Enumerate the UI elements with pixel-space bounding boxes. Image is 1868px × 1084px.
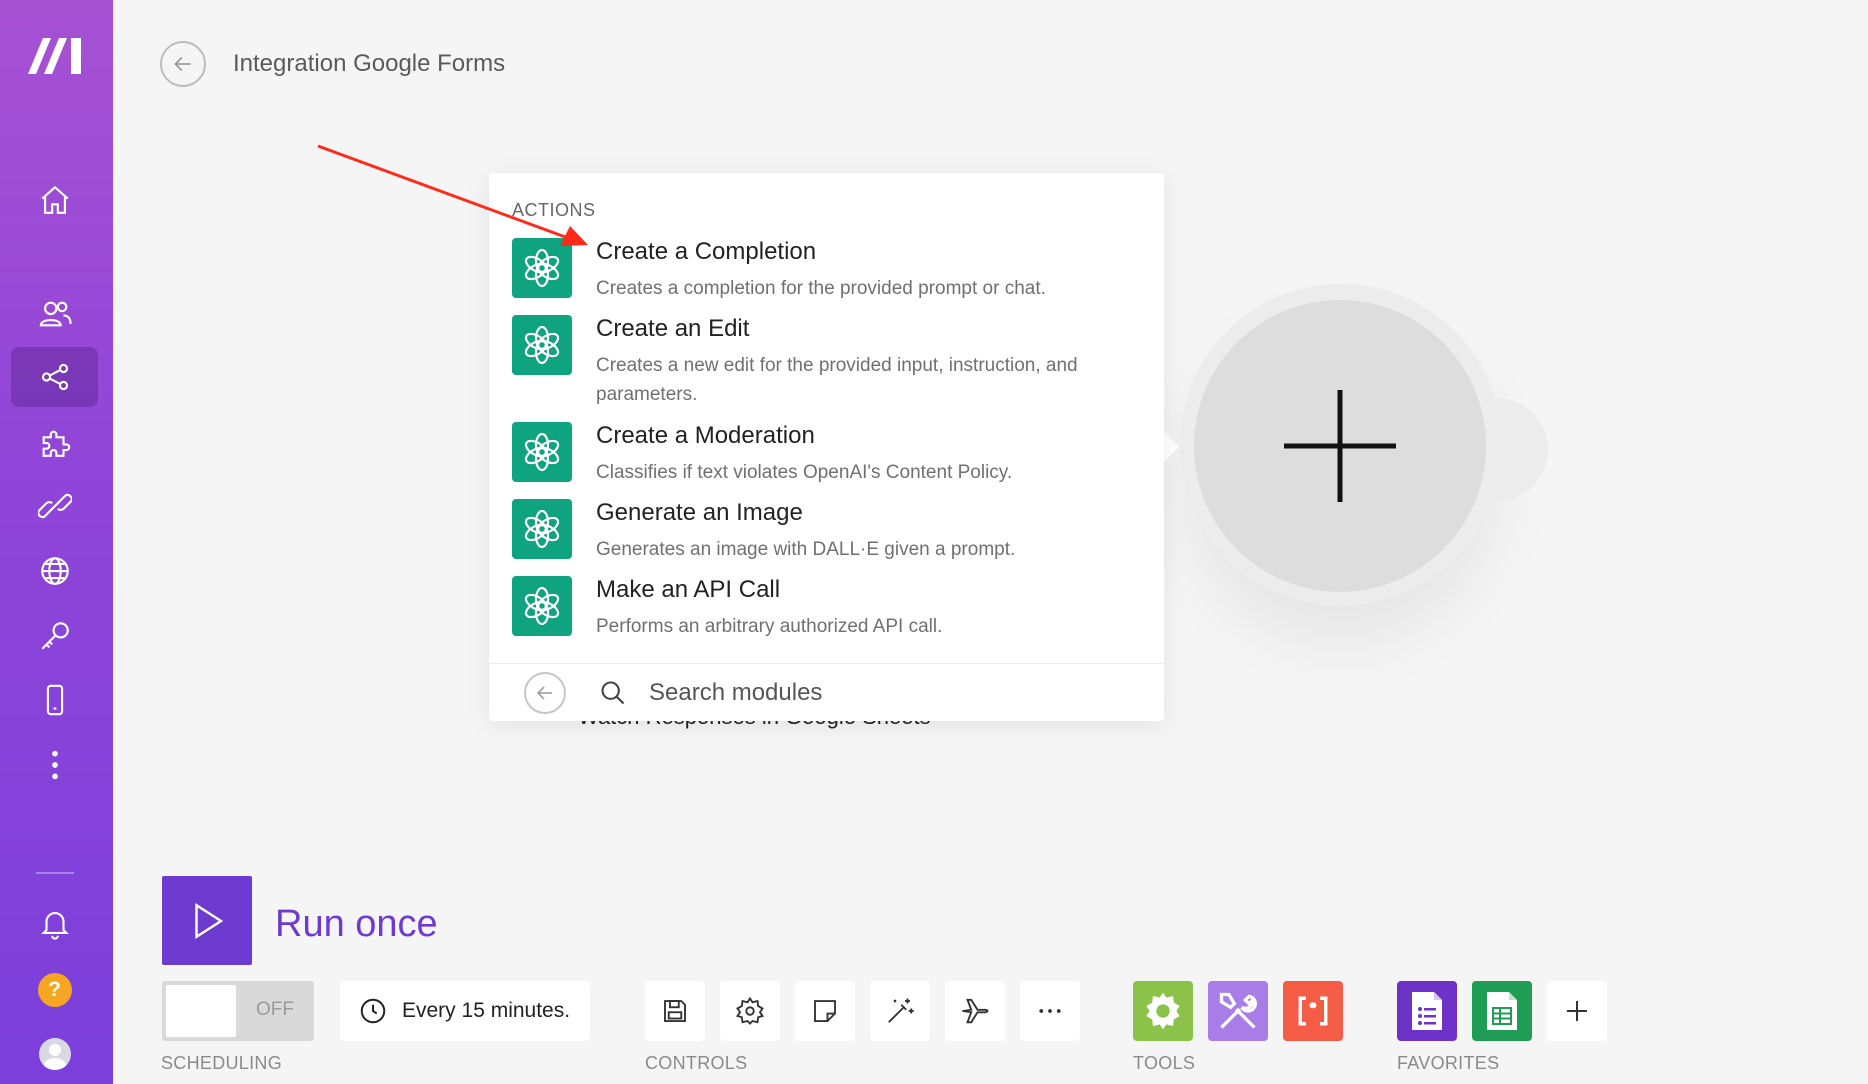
save-icon	[664, 1000, 686, 1022]
google-forms-icon	[1412, 992, 1442, 1030]
notifications-bell-icon	[40, 912, 69, 940]
action-title: Make an API Call	[596, 576, 781, 603]
sidebar-item-notifications[interactable]	[11, 893, 98, 953]
tools-wrench-icon	[1219, 992, 1257, 1029]
explain-flow-plane-icon	[962, 998, 989, 1024]
scenarios-share-icon	[41, 363, 68, 391]
openai-icon	[512, 576, 572, 636]
search-modules-input[interactable]	[647, 674, 1131, 712]
google-sheets-favorite-button[interactable]	[1472, 981, 1532, 1041]
toggle-knob	[166, 985, 236, 1037]
popover-back-button[interactable]	[524, 672, 566, 714]
clock-icon	[360, 998, 386, 1024]
more-vertical-icon	[51, 750, 58, 780]
home-icon	[41, 185, 68, 214]
tools-section-label: TOOLS	[1133, 1053, 1196, 1073]
sidebar-divider	[36, 872, 74, 874]
run-once-button[interactable]	[162, 876, 252, 965]
avatar-icon	[38, 1038, 71, 1070]
keys-icon	[40, 622, 69, 650]
run-once-label[interactable]: Run once	[275, 903, 438, 946]
action-description: Classifies if text violates OpenAI's Con…	[596, 462, 1013, 483]
more-horizontal-icon	[1039, 1009, 1061, 1013]
back-button[interactable]	[160, 41, 206, 87]
search-icon	[601, 681, 625, 705]
scheduling-toggle[interactable]: OFF	[162, 981, 314, 1041]
openai-icon	[512, 422, 572, 482]
sidebar-item-devices[interactable]	[11, 670, 98, 730]
google-forms-favorite-button[interactable]	[1397, 981, 1457, 1041]
text-parser-icon	[1298, 996, 1328, 1026]
action-title: Create a Completion	[596, 238, 817, 265]
sidebar-item-home[interactable]	[11, 170, 98, 230]
add-favorite-button[interactable]	[1547, 981, 1607, 1041]
add-favorite-plus-icon	[1567, 1001, 1587, 1021]
sidebar-item-scenarios[interactable]	[11, 347, 98, 407]
sidebar-item-profile[interactable]	[11, 1024, 98, 1084]
team-icon	[39, 301, 72, 327]
module-actions-popover: ACTIONS Create a Completion Creates a co…	[489, 173, 1164, 721]
openai-icon	[512, 238, 572, 298]
arrow-left-icon	[536, 686, 552, 700]
settings-gear-icon	[736, 996, 764, 1025]
action-description: Creates a completion for the provided pr…	[596, 278, 1046, 299]
popover-footer	[489, 663, 1164, 722]
scenario-settings-button[interactable]	[720, 981, 780, 1041]
openai-icon	[512, 499, 572, 559]
make-logo[interactable]	[26, 34, 86, 76]
connections-link-icon	[37, 493, 72, 519]
notes-icon	[814, 1000, 836, 1022]
action-description: Performs an arbitrary authorized API cal…	[596, 616, 943, 637]
action-description: Creates a new edit for the provided inpu…	[596, 355, 1078, 405]
arrow-left-icon	[174, 56, 191, 72]
toggle-state-label: OFF	[256, 999, 294, 1020]
page-title: Integration Google Forms	[233, 50, 506, 77]
action-title: Generate an Image	[596, 499, 803, 526]
flow-control-tool-button[interactable]	[1133, 981, 1193, 1041]
google-sheets-icon	[1487, 992, 1517, 1030]
auto-align-wand-icon	[888, 998, 914, 1023]
controls-section-label: CONTROLS	[645, 1053, 748, 1073]
notes-button[interactable]	[795, 981, 855, 1041]
save-button[interactable]	[645, 981, 705, 1041]
sidebar-item-templates[interactable]	[11, 413, 98, 473]
sidebar-item-team[interactable]	[11, 284, 98, 344]
sidebar-item-keys[interactable]	[11, 606, 98, 666]
auto-align-button[interactable]	[870, 981, 930, 1041]
sidebar-item-webhooks[interactable]	[11, 541, 98, 601]
favorites-section-label: FAVORITES	[1397, 1053, 1500, 1073]
sidebar-item-more[interactable]	[11, 735, 98, 795]
popover-pointer	[1164, 432, 1179, 462]
more-controls-button[interactable]	[1020, 981, 1080, 1041]
schedule-interval-label: Every 15 minutes.	[402, 999, 571, 1022]
action-description: Generates an image with DALL·E given a p…	[596, 539, 1016, 560]
templates-puzzle-icon	[42, 430, 70, 457]
schedule-interval-button[interactable]: Every 15 minutes.	[340, 981, 590, 1041]
action-title: Create a Moderation	[596, 422, 815, 449]
action-title: Create an Edit	[596, 315, 750, 342]
tools-tool-button[interactable]	[1208, 981, 1268, 1041]
text-parser-tool-button[interactable]	[1283, 981, 1343, 1041]
explain-flow-button[interactable]	[945, 981, 1005, 1041]
actions-heading: ACTIONS	[512, 200, 596, 220]
play-icon	[195, 902, 224, 939]
help-icon: ?	[37, 973, 72, 1007]
openai-icon	[512, 315, 572, 375]
scheduling-section-label: SCHEDULING	[161, 1053, 283, 1073]
devices-phone-icon	[46, 684, 63, 716]
sidebar-item-connections[interactable]	[11, 476, 98, 536]
webhooks-globe-icon	[40, 557, 69, 585]
sidebar: ?	[0, 0, 113, 1084]
plus-icon	[1284, 390, 1396, 502]
module-node-add[interactable]	[1194, 300, 1486, 592]
sidebar-item-help[interactable]: ?	[11, 960, 98, 1020]
flow-control-gear-icon	[1146, 992, 1180, 1030]
